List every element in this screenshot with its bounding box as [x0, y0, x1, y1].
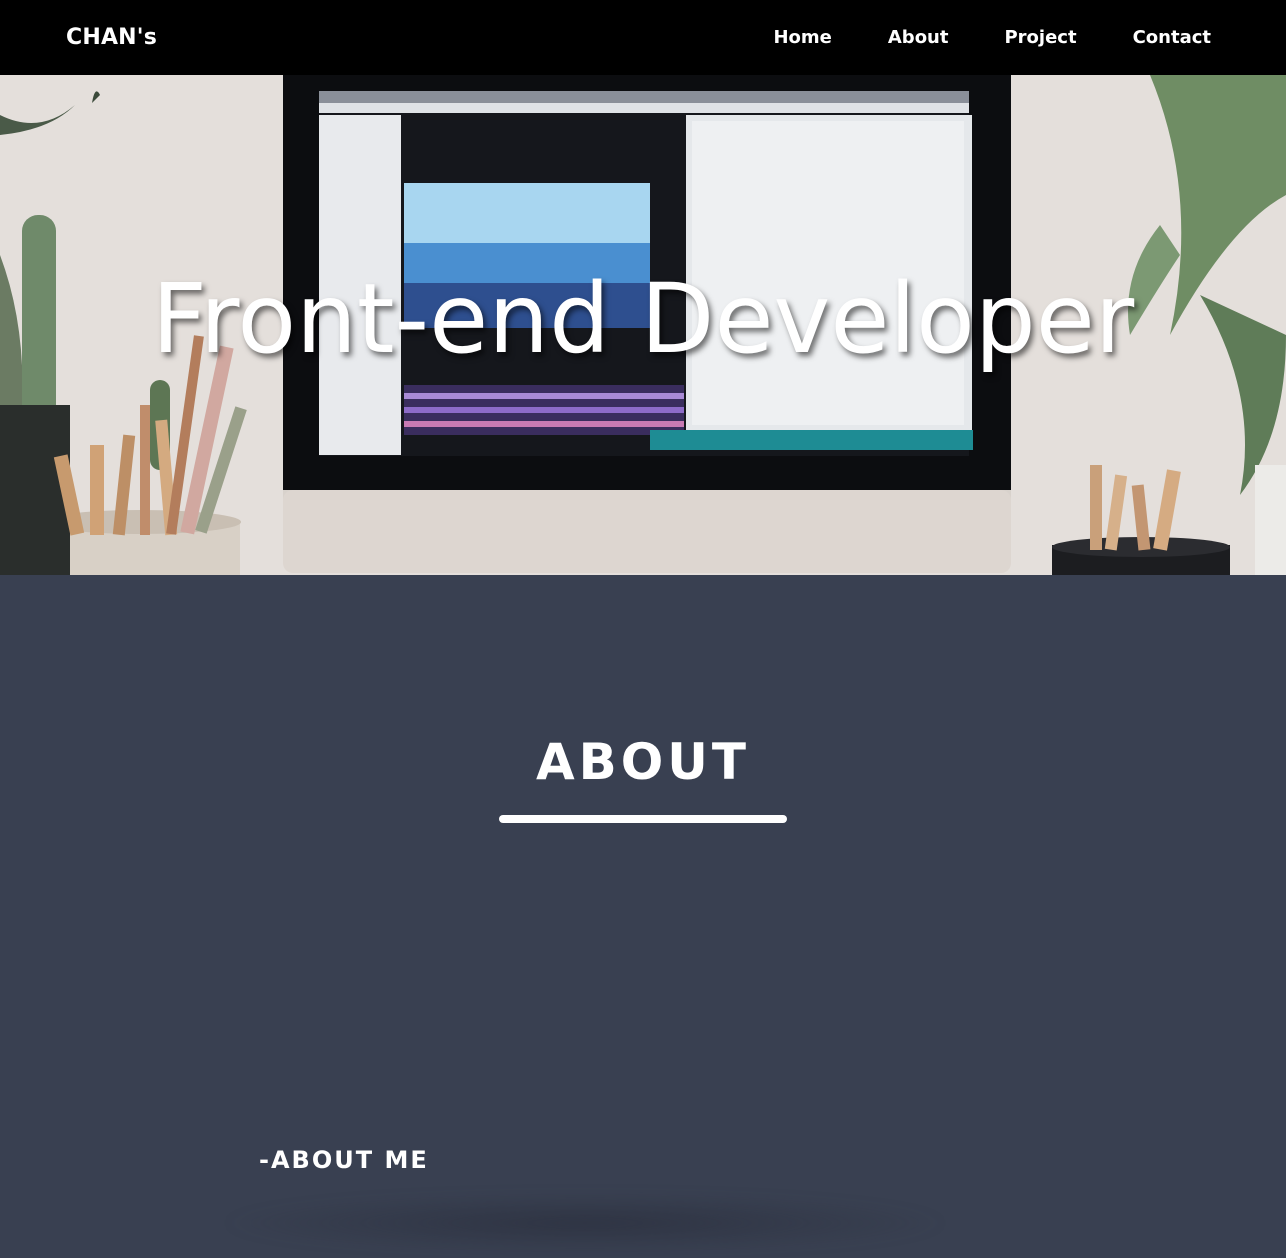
nav-menu: Home About Project Contact	[717, 27, 1211, 48]
hero-title: Front-end Developer	[151, 263, 1135, 375]
nav-link-project[interactable]: Project	[1004, 27, 1076, 48]
about-heading: ABOUT	[535, 733, 751, 791]
nav-link-contact[interactable]: Contact	[1133, 27, 1211, 48]
heading-underline	[499, 815, 787, 823]
nav-link-home[interactable]: Home	[773, 27, 831, 48]
hero-banner: Front-end Developer	[0, 75, 1286, 575]
nav-link-about[interactable]: About	[888, 27, 949, 48]
site-logo[interactable]: CHAN's	[66, 25, 157, 50]
about-me-subheading: -ABOUT ME	[259, 1146, 429, 1174]
about-section: ABOUT -ABOUT ME	[0, 575, 1286, 1258]
blurred-content	[220, 1193, 950, 1253]
navbar: CHAN's Home About Project Contact	[0, 0, 1286, 75]
